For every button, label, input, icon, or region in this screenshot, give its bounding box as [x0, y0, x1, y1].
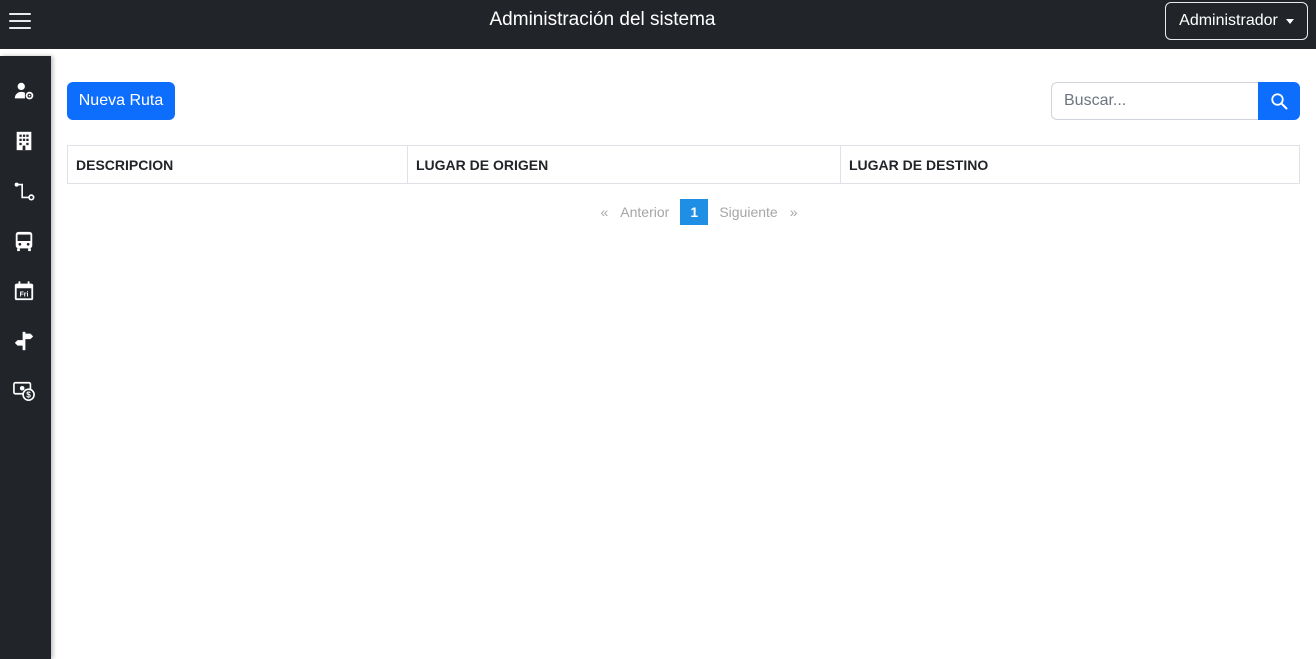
- pagination-previous[interactable]: Anterior: [614, 204, 675, 220]
- page-title: Administración del sistema: [489, 9, 716, 30]
- pagination-last[interactable]: »: [784, 204, 804, 220]
- pagination-page-current[interactable]: 1: [680, 199, 709, 225]
- bus-icon: [15, 231, 33, 252]
- routes-table: DESCRIPCION LUGAR DE ORIGEN LUGAR DE DES…: [67, 145, 1300, 184]
- sidebar-item-schedule[interactable]: Fri: [12, 279, 36, 303]
- pagination-first[interactable]: «: [594, 204, 614, 220]
- new-route-button[interactable]: Nueva Ruta: [67, 82, 175, 120]
- search-button[interactable]: [1258, 82, 1300, 120]
- calendar-day-label: Fri: [20, 292, 29, 299]
- column-header-origin[interactable]: LUGAR DE ORIGEN: [407, 145, 841, 184]
- sidebar-item-buses[interactable]: [12, 229, 36, 253]
- caret-down-icon: [1285, 18, 1294, 24]
- user-menu-label: Administrador: [1179, 12, 1278, 29]
- user-menu-dropdown[interactable]: Administrador: [1165, 2, 1308, 40]
- sidebar-item-payments[interactable]: $: [12, 379, 36, 403]
- sidebar-item-buildings[interactable]: [12, 129, 36, 153]
- column-header-description[interactable]: DESCRIPCION: [67, 145, 408, 184]
- signpost-icon: [14, 331, 34, 351]
- search-input[interactable]: [1051, 82, 1259, 120]
- sidebar: Fri $: [0, 56, 51, 659]
- sidebar-item-users[interactable]: [12, 79, 36, 103]
- column-header-destination[interactable]: LUGAR DE DESTINO: [840, 145, 1300, 184]
- sidebar-item-destinations[interactable]: [12, 329, 36, 353]
- top-navbar: Administración del sistema Administrador: [0, 0, 1316, 49]
- search-icon: [1271, 93, 1288, 110]
- pagination-next[interactable]: Siguiente: [713, 204, 783, 220]
- money-icon: $: [13, 381, 35, 401]
- pagination: « Anterior 1 Siguiente »: [0, 199, 1316, 225]
- svg-text:$: $: [26, 391, 31, 400]
- building-icon: [16, 131, 32, 151]
- calendar-day-icon: Fri: [14, 281, 34, 301]
- user-gear-icon: [14, 82, 34, 100]
- sidebar-gap: [0, 49, 51, 56]
- table-header-row: DESCRIPCION LUGAR DE ORIGEN LUGAR DE DES…: [67, 145, 1300, 184]
